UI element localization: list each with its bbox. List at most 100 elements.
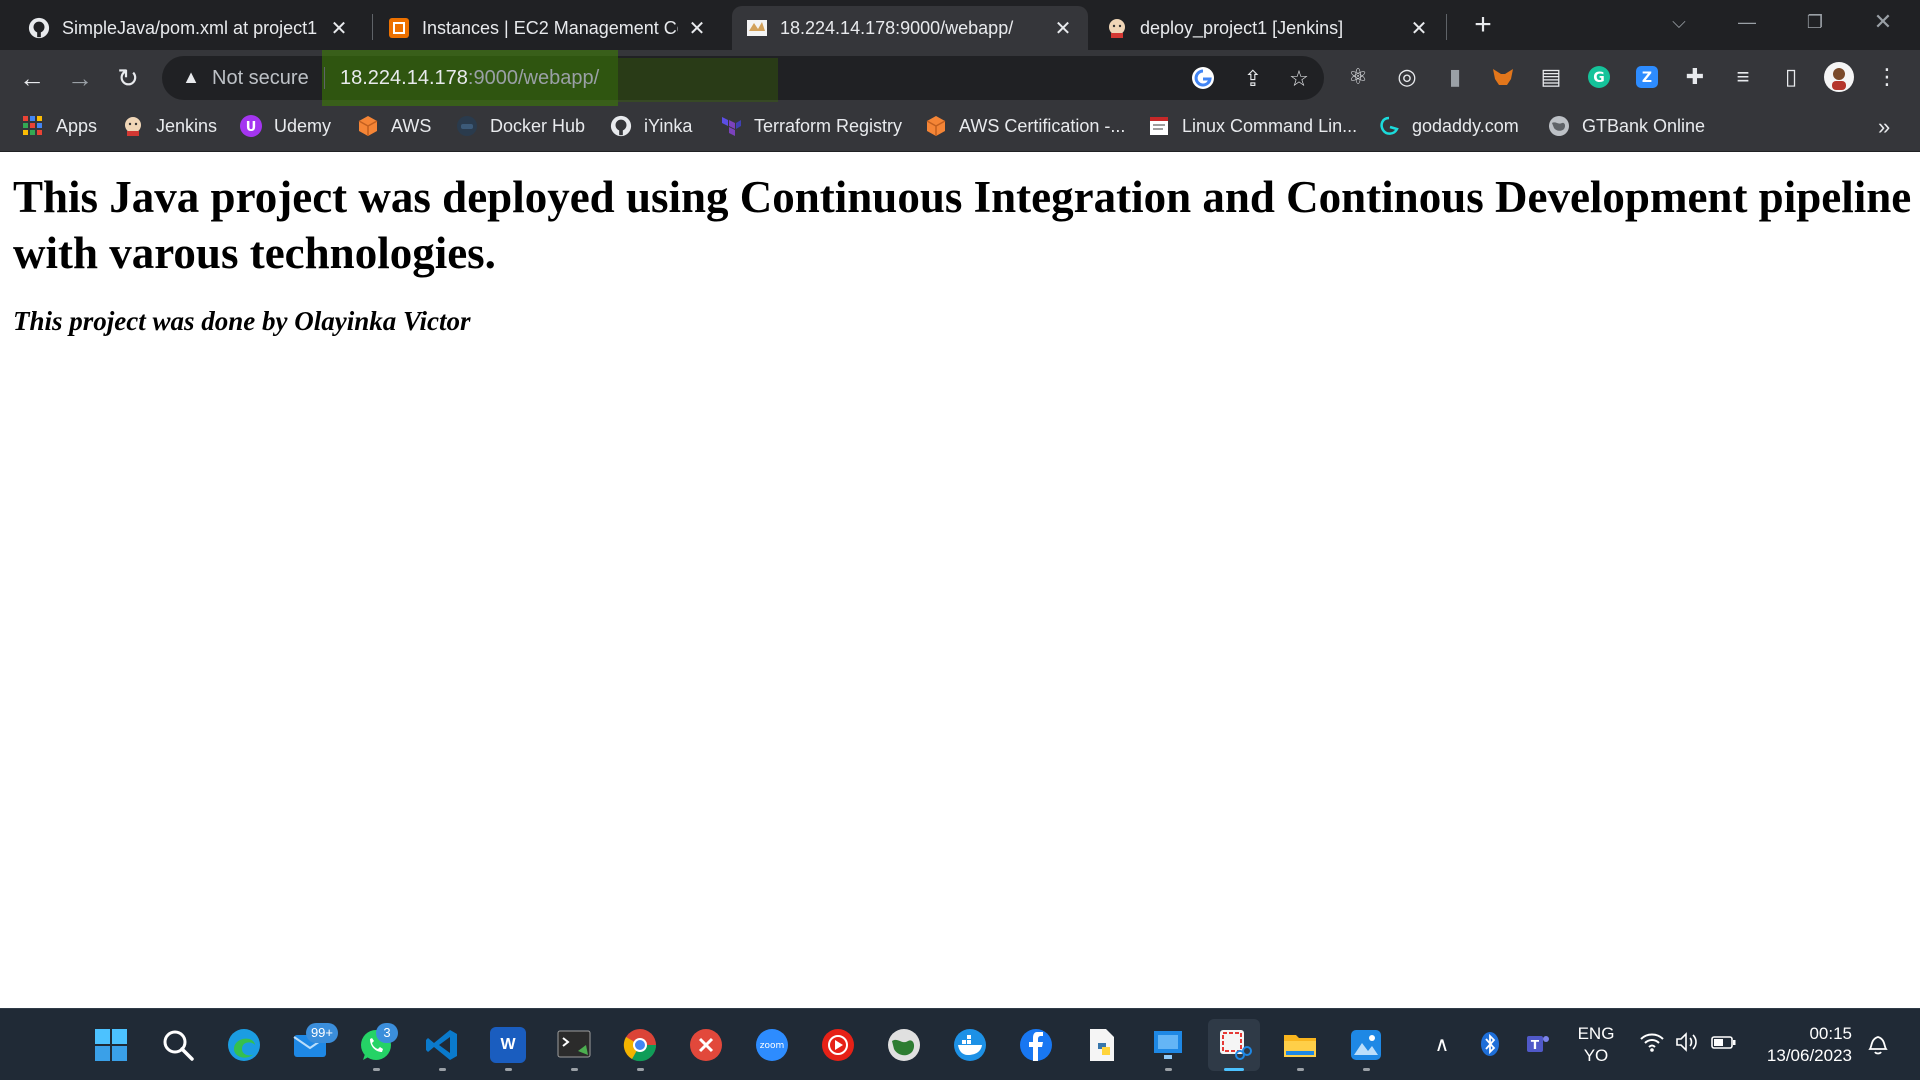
bookmark-label: Jenkins [156, 115, 218, 136]
reading-list-icon[interactable]: ≡ [1728, 62, 1758, 92]
bookmark-star-icon[interactable]: ☆ [1286, 66, 1312, 92]
bookmarks-bar: Apps Jenkins U Udemy AWS Docker Hub iYin… [0, 106, 1920, 152]
tray-overflow-chevron-icon[interactable]: ∧ [1428, 1031, 1456, 1059]
jenkins-icon [1106, 17, 1128, 39]
bookmark-linux-command[interactable]: Linux Command Lin... [1148, 106, 1357, 146]
photos-icon [1351, 1030, 1381, 1060]
running-indicator [637, 1068, 644, 1071]
back-button[interactable]: ← [16, 62, 48, 94]
new-tab-button[interactable]: + [1467, 10, 1499, 42]
taskbar-chrome[interactable] [614, 1019, 666, 1071]
taskbar-globe-app[interactable] [878, 1019, 930, 1071]
share-icon[interactable]: ⇪ [1240, 66, 1266, 92]
bookmark-apps[interactable]: Apps [22, 106, 97, 146]
security-label[interactable]: Not secure [212, 67, 309, 90]
tab-jenkins-deploy[interactable]: deploy_project1 [Jenkins] ✕ [1092, 6, 1444, 50]
taskbar-remote-desktop[interactable] [680, 1019, 732, 1071]
aws-ec2-icon [388, 17, 410, 39]
extension-pill-icon[interactable]: ▮ [1440, 62, 1470, 92]
close-icon[interactable]: ✕ [328, 16, 350, 41]
reload-button[interactable]: ↻ [112, 62, 144, 94]
taskbar-terminal[interactable] [548, 1019, 600, 1071]
youtube-icon [822, 1029, 854, 1061]
restore-button[interactable]: ❐ [1786, 6, 1844, 38]
taskbar-vscode[interactable] [416, 1019, 468, 1071]
volume-icon[interactable] [1674, 1031, 1702, 1059]
bookmark-godaddy[interactable]: godaddy.com [1378, 106, 1519, 146]
tab-ec2-instances[interactable]: Instances | EC2 Management Con ✕ [374, 6, 722, 50]
bookmark-udemy[interactable]: U Udemy [240, 106, 331, 146]
zoom-extension-icon[interactable]: Z [1632, 62, 1662, 92]
chrome-menu-icon[interactable]: ⋮ [1872, 62, 1902, 92]
taskbar-zoom[interactable]: zoom [746, 1019, 798, 1071]
input-language-indicator[interactable]: ENG YO [1576, 1023, 1616, 1067]
taskbar-edge[interactable] [218, 1019, 270, 1071]
bookmark-gtbank[interactable]: GTBank Online [1548, 106, 1705, 146]
taskbar-docker[interactable] [944, 1019, 996, 1071]
github-icon [28, 17, 50, 39]
windows-taskbar: 99+ 3 W zoom ∧ T ENG YO 00:15 13/06/2023 [0, 1008, 1920, 1080]
wifi-icon[interactable] [1638, 1031, 1666, 1059]
facebook-icon [1020, 1029, 1052, 1061]
bookmark-label: iYinka [644, 115, 693, 136]
notification-bell-icon[interactable] [1864, 1031, 1892, 1059]
tab-search-icon[interactable]: ⌵ [1650, 6, 1708, 38]
google-lens-icon[interactable] [1190, 66, 1216, 92]
warning-triangle-icon[interactable]: ▲ [180, 66, 202, 88]
minimize-button[interactable]: — [1718, 6, 1776, 38]
taskbar-photos[interactable] [1340, 1019, 1392, 1071]
metamask-icon[interactable] [1488, 62, 1518, 92]
bookmark-jenkins[interactable]: Jenkins [122, 106, 217, 146]
taskbar-whatsapp[interactable]: 3 [350, 1019, 402, 1071]
close-icon[interactable]: ✕ [1408, 16, 1430, 41]
start-button[interactable] [85, 1019, 137, 1071]
udemy-icon: U [240, 115, 262, 137]
remote-desktop-icon [690, 1029, 722, 1061]
extensions-puzzle-icon[interactable]: ✚ [1680, 62, 1710, 92]
taskbar-snipping-tool[interactable] [1208, 1019, 1260, 1071]
close-icon[interactable]: ✕ [1052, 16, 1074, 41]
running-indicator [571, 1068, 578, 1071]
search-button[interactable] [152, 1019, 204, 1071]
close-icon[interactable]: ✕ [686, 16, 708, 41]
grammarly-icon[interactable]: G [1584, 62, 1614, 92]
tab-webapp[interactable]: 18.224.14.178:9000/webapp/ ✕ [732, 6, 1088, 50]
zoom-icon: zoom [756, 1029, 788, 1061]
taskbar-facebook[interactable] [1010, 1019, 1062, 1071]
url-highlight [618, 58, 778, 102]
bookmark-label: GTBank Online [1582, 115, 1706, 136]
system-clock[interactable]: 00:15 13/06/2023 [1756, 1023, 1852, 1067]
bookmark-terraform[interactable]: Terraform Registry [720, 106, 902, 146]
forward-button[interactable]: → [64, 62, 96, 94]
clipboard-extension-icon[interactable]: ▤ [1536, 62, 1566, 92]
taskbar-desktop-app[interactable] [1142, 1019, 1194, 1071]
bookmark-aws[interactable]: AWS [357, 106, 431, 146]
profile-avatar[interactable] [1824, 62, 1854, 92]
bluetooth-icon[interactable] [1476, 1031, 1504, 1059]
bookmark-aws-certification[interactable]: AWS Certification -... [925, 106, 1125, 146]
url-text[interactable]: 18.224.14.178:9000/webapp/ [340, 67, 599, 90]
python-file-icon [1090, 1029, 1114, 1061]
edge-icon [228, 1029, 260, 1061]
godaddy-icon [1378, 115, 1400, 137]
taskbar-youtube[interactable] [812, 1019, 864, 1071]
folder-icon [1284, 1035, 1316, 1057]
running-indicator [505, 1068, 512, 1071]
taskbar-mail[interactable]: 99+ [284, 1019, 338, 1071]
bookmarks-overflow-button[interactable]: » [1878, 114, 1890, 140]
search-icon [163, 1030, 194, 1061]
taskbar-python-file[interactable] [1076, 1019, 1128, 1071]
svg-text:U: U [246, 120, 257, 135]
teams-icon[interactable]: T [1524, 1031, 1552, 1059]
battery-icon[interactable] [1710, 1031, 1738, 1059]
side-panel-icon[interactable]: ▯ [1776, 62, 1806, 92]
bookmark-iyinka[interactable]: iYinka [610, 106, 692, 146]
address-bar[interactable]: ▲ Not secure 18.224.14.178:9000/webapp/ … [162, 50, 1324, 112]
close-window-button[interactable]: ✕ [1854, 6, 1912, 38]
tab-github-pom[interactable]: SimpleJava/pom.xml at project1 · ✕ [14, 6, 364, 50]
target-extension-icon[interactable]: ◎ [1392, 62, 1422, 92]
taskbar-word[interactable]: W [482, 1019, 534, 1071]
taskbar-file-explorer[interactable] [1274, 1019, 1326, 1071]
react-devtools-icon[interactable]: ⚛ [1343, 62, 1373, 92]
bookmark-docker-hub[interactable]: Docker Hub [456, 106, 585, 146]
